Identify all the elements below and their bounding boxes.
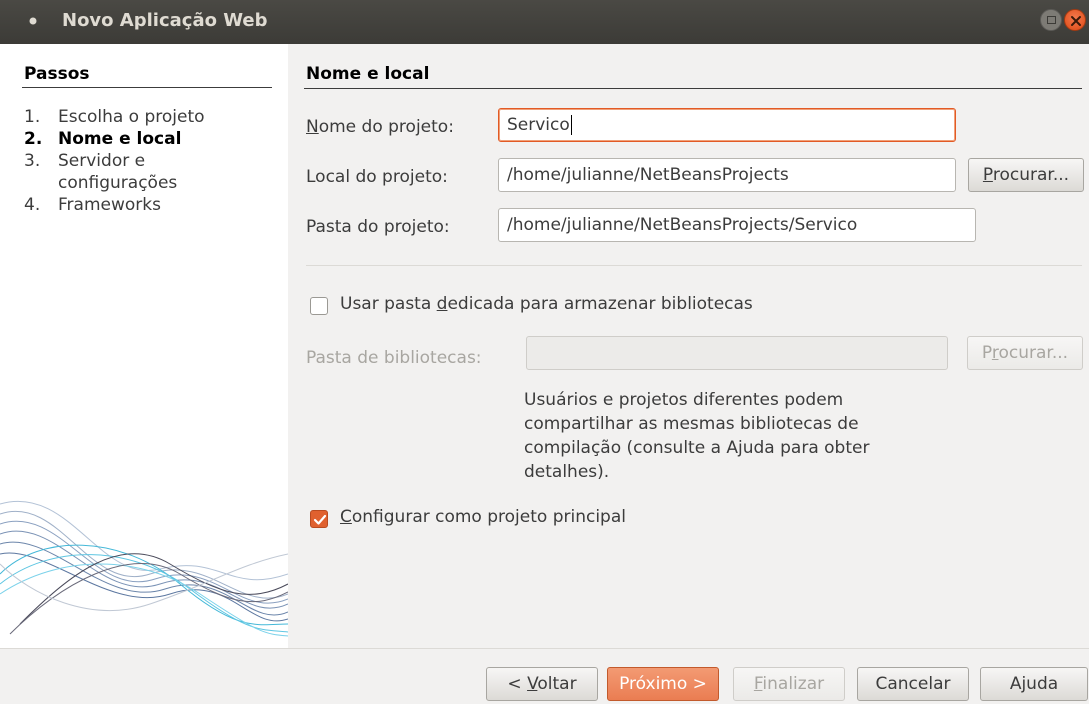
window-title: Novo Aplicação Web [62,10,268,31]
title-bar: Novo Aplicação Web [0,0,1089,44]
window-menu-icon[interactable] [26,14,40,28]
step-item: 1. Escolha o projeto [24,106,228,128]
browse-location-button[interactable]: Procurar... [968,158,1084,192]
project-name-input[interactable]: Servico [498,108,956,142]
project-folder-input[interactable]: /home/julianne/NetBeansProjects/Servico [498,208,976,242]
libraries-help-text: Usuários e projetos diferentes podem com… [524,390,870,482]
maximize-button[interactable] [1040,9,1062,31]
steps-heading: Passos [24,64,90,84]
step-item: 4. Frameworks [24,194,228,216]
steps-panel: Passos 1. Escolha o projeto 2. Nome e lo… [0,44,288,648]
next-button[interactable]: Próximo > [607,667,719,701]
cancel-button[interactable]: Cancelar [857,667,969,701]
project-folder-label: Pasta do projeto: [306,217,450,237]
help-button[interactable]: Ajuda [980,667,1088,701]
step-number: 2. [24,129,43,149]
close-icon [1071,16,1081,26]
project-location-input[interactable]: /home/julianne/NetBeansProjects [498,158,956,192]
dedicated-folder-checkbox[interactable] [310,297,328,315]
close-button[interactable] [1064,9,1086,31]
step-label: Frameworks [58,195,161,215]
back-button[interactable]: < Voltar [486,667,598,701]
text-cursor [570,115,572,135]
step-number: 1. [24,107,41,127]
step-label: Nome e local [58,129,182,149]
steps-heading-divider [22,87,272,88]
dedicated-folder-label[interactable]: Usar pasta dedicada para armazenar bibli… [340,294,753,314]
form-separator [306,265,1082,266]
step-label: Servidor e configurações [58,151,178,193]
maximize-icon [1047,16,1056,24]
project-location-label: Local do projeto: [306,167,448,187]
button-bar: < Voltar Próximo > Finalizar Cancelar Aj… [0,648,1089,704]
libraries-folder-input [526,336,948,370]
step-label: Escolha o projeto [58,107,205,127]
step-item: 3. Servidor e configurações [24,150,228,194]
finish-button: Finalizar [733,667,845,701]
browse-libraries-button: Procurar... [967,336,1083,370]
main-project-checkbox[interactable] [310,510,328,528]
libraries-folder-label: Pasta de bibliotecas: [306,348,482,368]
main-project-label[interactable]: Configurar como projeto principal [340,507,626,527]
project-name-label: Nome do projeto: [306,117,454,137]
step-number: 3. [24,151,41,171]
step-item-current: 2. Nome e local [24,128,228,150]
steps-list: 1. Escolha o projeto 2. Nome e local 3. … [24,106,228,216]
section-title: Nome e local [306,64,430,84]
checkmark-icon [313,514,327,525]
step-number: 4. [24,195,41,215]
main-panel: Nome e local Nome do projeto: Servico Lo… [288,44,1089,648]
section-divider [304,88,1082,89]
wizard-decoration-waves [0,501,288,637]
